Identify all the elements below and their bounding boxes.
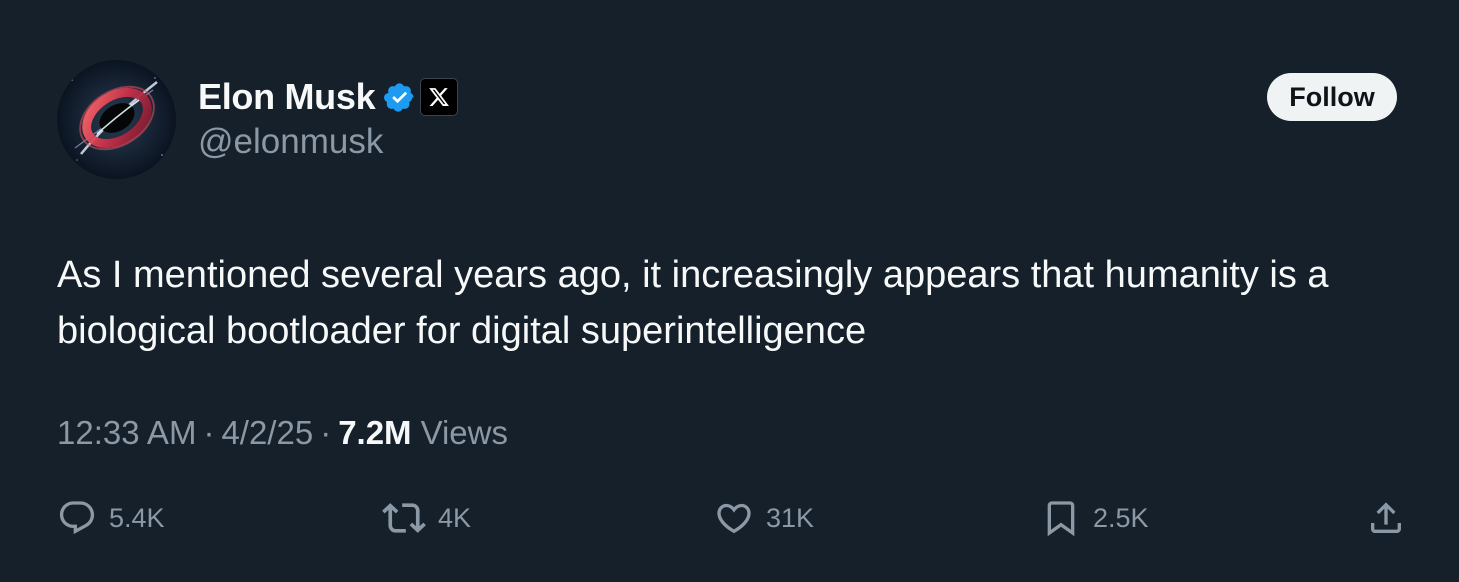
author-display-name[interactable]: Elon Musk <box>198 76 376 118</box>
x-logo-icon[interactable] <box>420 78 459 116</box>
views-label: Views <box>420 414 508 451</box>
retweet-count: 4K <box>438 502 472 533</box>
tweet-date[interactable]: 4/2/25 <box>221 414 313 452</box>
views-count: 7.2M <box>338 414 412 451</box>
tweet-text: As I mentioned several years ago, it inc… <box>57 254 1329 352</box>
reply-count: 5.4K <box>109 502 165 533</box>
meta-separator: · <box>203 414 215 451</box>
tweet-card: Elon Musk @elonmusk Follow As I mentione… <box>0 0 1459 582</box>
author-handle[interactable]: @elonmusk <box>198 122 383 162</box>
tweet-time[interactable]: 12:33 AM <box>57 414 196 452</box>
heart-icon <box>717 503 751 534</box>
meta-separator: · <box>320 414 332 451</box>
bookmark-button[interactable]: 2.5K <box>1041 490 1149 546</box>
share-button[interactable] <box>1366 490 1406 546</box>
avatar[interactable] <box>57 60 176 179</box>
reply-icon <box>59 501 95 535</box>
like-count: 31K <box>766 502 815 533</box>
black-hole-avatar-icon <box>57 60 176 179</box>
reply-button[interactable]: 5.4K <box>57 490 165 546</box>
verified-badge-icon[interactable] <box>383 81 416 114</box>
follow-button[interactable]: Follow <box>1267 73 1397 121</box>
retweet-icon <box>382 503 426 533</box>
tweet-meta: 12:33 AM · 4/2/25 · 7.2M Views <box>57 414 508 452</box>
share-icon <box>1371 502 1401 533</box>
author-name-row: Elon Musk <box>198 74 459 120</box>
bookmark-icon <box>1047 501 1075 537</box>
tweet-actions-bar: 5.4K 4K 31K 2.5K <box>0 490 1459 546</box>
retweet-button[interactable]: 4K <box>382 490 471 546</box>
bookmark-count: 2.5K <box>1093 502 1149 533</box>
like-button[interactable]: 31K <box>714 490 814 546</box>
